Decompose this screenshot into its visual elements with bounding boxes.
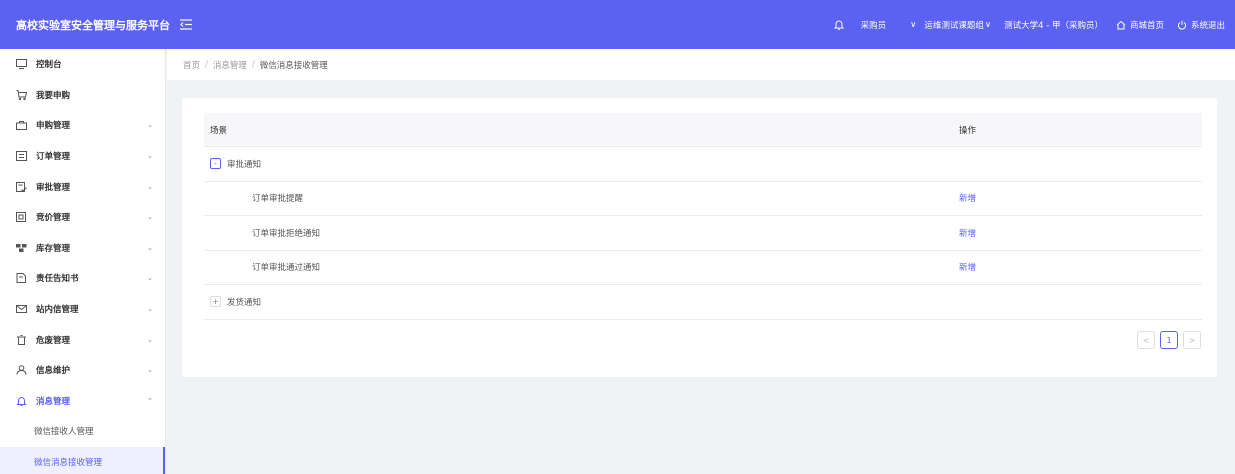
sidebar-subitem-label: 微信接收人管理 xyxy=(34,427,94,438)
breadcrumb-section[interactable]: 消息管理 xyxy=(213,59,247,71)
sidebar-item-label: 消息管理 xyxy=(36,396,71,407)
chevron-down-icon: ⌄ xyxy=(147,213,153,222)
page-number-button[interactable]: 1 xyxy=(1160,331,1178,349)
document-icon xyxy=(16,273,30,284)
chevron-down-icon: ∨ xyxy=(984,19,992,30)
approval-icon xyxy=(16,181,30,192)
scene-cell: 订单审批拒绝通知 xyxy=(252,228,321,239)
table-row: 订单审批提醒 新增 xyxy=(204,182,1202,216)
bag-icon xyxy=(16,120,30,131)
sidebar-item-inventory[interactable]: 库存管理 ⌄ xyxy=(0,233,165,264)
sidebar-item-label: 危废管理 xyxy=(36,335,71,346)
chevron-down-icon: ⌄ xyxy=(147,366,153,375)
add-link[interactable]: 新增 xyxy=(959,229,976,239)
sidebar-item-label: 我要申购 xyxy=(36,90,71,101)
sidebar-subitem-wechat-message-receive[interactable]: 微信消息接收管理 xyxy=(0,446,165,474)
bidding-icon xyxy=(16,212,30,223)
breadcrumb: 首页 / 消息管理 / 微信消息接收管理 xyxy=(167,49,1235,80)
order-icon xyxy=(16,151,30,162)
table-row: 订单审批通过通知 新增 xyxy=(204,251,1202,285)
sidebar-item-label: 申购管理 xyxy=(36,121,71,132)
monitor-icon xyxy=(16,59,30,70)
breadcrumb-separator: / xyxy=(205,59,208,70)
chevron-down-icon: ⌄ xyxy=(147,335,153,344)
sidebar: 控制台 我要申购 申购管理 ⌄ 订单管理 ⌄ 审批管理 ⌄ 竞价管理 ⌄ 库存管… xyxy=(0,49,166,474)
app-title: 高校实验室安全管理与服务平台 xyxy=(16,18,170,32)
sidebar-item-label: 竞价管理 xyxy=(36,213,71,224)
sidebar-item-responsibility[interactable]: 责任告知书 ⌄ xyxy=(0,263,165,294)
logout-link[interactable]: 系统退出 xyxy=(1177,19,1225,31)
chevron-down-icon: ⌄ xyxy=(147,274,153,283)
user-label[interactable]: 测试大学4 - 甲（采购员） xyxy=(1004,19,1103,31)
top-bar: 高校实验室安全管理与服务平台 采购员 ∨ 运维测试课题组 ∨ 测试大学4 - 甲… xyxy=(0,0,1235,49)
chevron-down-icon: ⌄ xyxy=(147,121,153,130)
chevron-down-icon: ∨ xyxy=(910,19,917,30)
table-group-row: + 发货通知 xyxy=(204,285,1202,320)
breadcrumb-separator: / xyxy=(251,59,255,70)
add-link[interactable]: 新增 xyxy=(959,194,976,204)
sidebar-item-label: 信息维护 xyxy=(36,366,71,377)
bell-icon xyxy=(16,396,30,406)
chevron-down-icon: ⌄ xyxy=(147,305,153,314)
sidebar-item-hazardous-waste[interactable]: 危废管理 ⌄ xyxy=(0,324,165,355)
sidebar-item-label: 站内信管理 xyxy=(36,305,79,316)
collapse-toggle[interactable]: - xyxy=(210,158,221,170)
chevron-down-icon: ⌄ xyxy=(147,182,153,191)
user-icon xyxy=(16,365,30,375)
notification-bell-icon[interactable] xyxy=(833,19,848,30)
chevron-up-icon: ⌃ xyxy=(147,396,153,405)
inventory-icon xyxy=(16,243,30,253)
next-page-button[interactable]: > xyxy=(1183,331,1201,349)
sidebar-item-label: 责任告知书 xyxy=(36,274,79,285)
sidebar-item-label: 订单管理 xyxy=(36,152,71,163)
sidebar-item-orders[interactable]: 订单管理 ⌄ xyxy=(0,141,165,172)
home-icon xyxy=(1116,20,1126,29)
expand-toggle[interactable]: + xyxy=(210,296,221,308)
sidebar-subitem-label: 微信消息接收管理 xyxy=(34,458,103,469)
menu-fold-icon[interactable] xyxy=(180,19,192,30)
sidebar-item-label: 库存管理 xyxy=(36,243,71,254)
group-label: 审批通知 xyxy=(227,159,262,170)
sidebar-item-bidding[interactable]: 竞价管理 ⌄ xyxy=(0,202,165,233)
group-dropdown[interactable]: ∨ 运维测试课题组 ∨ xyxy=(910,19,991,31)
trash-icon xyxy=(16,334,30,345)
column-header-action: 操作 xyxy=(959,125,977,136)
scene-table: 场景 操作 - 审批通知 订单审批提醒 新增 订单审批拒绝通知 新增 订单审批通… xyxy=(204,113,1202,320)
mall-home-link[interactable]: 商城首页 xyxy=(1116,19,1164,31)
sidebar-item-label: 审批管理 xyxy=(36,182,71,193)
sidebar-item-approval[interactable]: 审批管理 ⌄ xyxy=(0,171,165,202)
mail-icon xyxy=(16,304,30,314)
scene-cell: 订单审批通过通知 xyxy=(252,263,321,274)
power-icon xyxy=(1177,20,1187,30)
breadcrumb-home[interactable]: 首页 xyxy=(183,59,200,71)
table-header: 场景 操作 xyxy=(204,113,1202,147)
sidebar-item-info[interactable]: 信息维护 ⌄ xyxy=(0,355,165,386)
group-label: 运维测试课题组 xyxy=(924,20,984,31)
prev-page-button[interactable]: < xyxy=(1137,331,1155,349)
add-link[interactable]: 新增 xyxy=(959,263,976,273)
sidebar-subitem-wechat-receivers[interactable]: 微信接收人管理 xyxy=(0,416,165,447)
sidebar-item-label: 控制台 xyxy=(36,60,62,71)
sidebar-item-messages[interactable]: 消息管理 ⌃ xyxy=(0,386,165,417)
chevron-down-icon: ⌄ xyxy=(147,243,153,252)
table-group-row: - 审批通知 xyxy=(204,147,1202,182)
scene-cell: 订单审批提醒 xyxy=(252,194,304,205)
chevron-down-icon: ⌄ xyxy=(147,152,153,161)
sidebar-item-purchase[interactable]: 我要申购 xyxy=(0,80,165,111)
sidebar-item-console[interactable]: 控制台 xyxy=(0,49,165,80)
group-label: 发货通知 xyxy=(227,297,262,308)
mall-home-label: 商城首页 xyxy=(1129,20,1164,31)
table-row: 订单审批拒绝通知 新增 xyxy=(204,216,1202,251)
logout-label: 系统退出 xyxy=(1190,20,1225,31)
cart-icon xyxy=(16,89,30,100)
breadcrumb-current: 微信消息接收管理 xyxy=(259,60,328,71)
sidebar-item-internal-mail[interactable]: 站内信管理 ⌄ xyxy=(0,294,165,325)
pagination: < 1 > xyxy=(1132,331,1201,349)
content-card: 场景 操作 - 审批通知 订单审批提醒 新增 订单审批拒绝通知 新增 订单审批通… xyxy=(182,98,1217,377)
role-label: 采购员 xyxy=(860,20,887,31)
sidebar-item-purchase-management[interactable]: 申购管理 ⌄ xyxy=(0,110,165,141)
column-header-scene: 场景 xyxy=(210,125,228,136)
